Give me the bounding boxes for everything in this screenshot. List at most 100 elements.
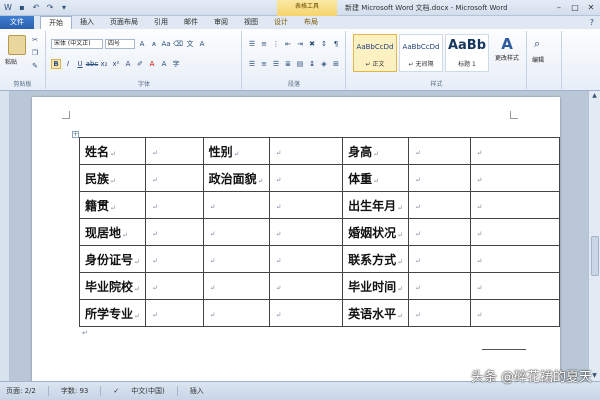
table-cell[interactable]: 民族↵ — [79, 164, 146, 192]
table-cell[interactable]: ↵ — [408, 191, 471, 219]
table-cell[interactable]: ↵ — [144, 164, 204, 192]
subscript-icon[interactable]: x₂ — [99, 59, 109, 69]
vertical-scrollbar[interactable]: ▲ ▼ — [588, 91, 600, 381]
shading-icon[interactable]: ◈ — [319, 59, 329, 69]
table-cell[interactable]: ↵ — [144, 299, 204, 327]
maximize-icon[interactable]: □ — [568, 2, 582, 13]
italic-icon[interactable]: I — [63, 59, 73, 69]
table-cell[interactable]: ↵ — [202, 245, 270, 273]
table-cell[interactable]: ↵ — [408, 218, 471, 246]
tab-references[interactable]: 引用 — [146, 16, 176, 29]
editing-button[interactable]: 编辑 — [532, 55, 544, 64]
multilevel-list-icon[interactable]: ⋮ — [271, 39, 281, 49]
table-cell[interactable]: ↵ — [268, 164, 344, 192]
change-styles-button[interactable]: A 更改样式 — [491, 35, 523, 75]
tab-review[interactable]: 审阅 — [206, 16, 236, 29]
table-cell[interactable]: ↵ — [408, 272, 471, 300]
table-cell[interactable]: ↵ — [202, 191, 270, 219]
document-page[interactable]: + 姓名↵ ↵ 性别↵ ↵ 身高↵ ↵ ↵ 民族↵ ↵ 政治面貌↵ ↵ 体重↵ ↵ ↵ 籍贯↵ ↵ ↵ ↵ 出生年月… — [32, 97, 561, 387]
decrease-indent-icon[interactable]: ⇤ — [283, 39, 293, 49]
table-cell[interactable]: ↵ — [268, 191, 344, 219]
table-cell[interactable]: 英语水平↵ — [342, 299, 409, 327]
table-cell[interactable]: ↵ — [144, 191, 204, 219]
table-cell[interactable]: ↵ — [408, 137, 471, 165]
clear-formatting-icon[interactable]: ⌫ — [173, 39, 183, 49]
justify-icon[interactable]: ≣ — [283, 59, 293, 69]
tab-view[interactable]: 视图 — [236, 16, 266, 29]
table-cell[interactable]: 所学专业↵ — [79, 299, 146, 327]
scroll-up-arrow-icon[interactable]: ▲ — [589, 91, 600, 101]
bold-icon[interactable]: B — [51, 59, 61, 69]
tab-home[interactable]: 开始 — [40, 16, 72, 29]
font-size-select[interactable]: 四号 — [105, 39, 135, 49]
table-cell[interactable]: 籍贯↵ — [79, 191, 146, 219]
table-cell[interactable]: 联系方式↵ — [342, 245, 409, 273]
table-cell[interactable]: 现居地↵ — [79, 218, 146, 246]
highlight-icon[interactable]: ✐ — [135, 59, 145, 69]
table-cell[interactable]: ↵ — [144, 245, 204, 273]
help-icon[interactable]: ? — [590, 16, 594, 29]
style-no-spacing[interactable]: AaBbCcDd ↵ 无间隔 — [399, 34, 443, 72]
character-shading-icon[interactable]: A — [159, 59, 169, 69]
show-marks-icon[interactable]: ¶ — [331, 39, 341, 49]
save-icon[interactable]: ▪ — [16, 2, 28, 13]
character-border-icon[interactable]: A — [197, 39, 207, 49]
change-case-icon[interactable]: Aa — [161, 39, 171, 49]
underline-icon[interactable]: U — [75, 59, 85, 69]
table-cell[interactable]: 毕业时间↵ — [342, 272, 409, 300]
status-word-count[interactable]: 字数: 93 — [61, 386, 89, 396]
tab-layout[interactable]: 布局 — [296, 16, 326, 29]
text-effects-icon[interactable]: A — [123, 59, 133, 69]
numbering-icon[interactable]: ≡ — [259, 39, 269, 49]
table-cell[interactable]: ↵ — [268, 299, 344, 327]
tab-mailings[interactable]: 邮件 — [176, 16, 206, 29]
table-cell[interactable]: ↵ — [268, 245, 344, 273]
font-name-select[interactable]: 宋体 (中文正) — [51, 39, 103, 49]
tab-file[interactable]: 文件 — [0, 16, 34, 29]
table-cell[interactable]: ↵ — [469, 191, 561, 219]
strikethrough-icon[interactable]: abc — [86, 59, 99, 69]
status-page[interactable]: 页面: 2/2 — [6, 386, 36, 396]
proofing-icon[interactable]: ✓ — [113, 387, 119, 395]
table-cell[interactable]: ↵ — [469, 272, 561, 300]
table-cell[interactable]: ↵ — [144, 218, 204, 246]
word-logo-icon[interactable]: W — [2, 2, 14, 13]
table-cell[interactable]: ↵ — [144, 137, 204, 165]
table-cell[interactable]: 体重↵ — [342, 164, 409, 192]
shrink-font-icon[interactable]: ᴀ — [149, 39, 159, 49]
redo-icon[interactable]: ↷ — [44, 2, 56, 13]
table-cell[interactable]: ↵ — [202, 272, 270, 300]
table-cell[interactable]: ↵ — [408, 164, 471, 192]
align-right-icon[interactable]: ☰ — [271, 59, 281, 69]
table-cell[interactable]: ↵ — [268, 137, 344, 165]
table-cell[interactable]: ↵ — [469, 164, 561, 192]
table-cell[interactable]: ↵ — [469, 245, 561, 273]
status-insert-mode[interactable]: 插入 — [190, 386, 204, 396]
borders-icon[interactable]: ⊞ — [331, 59, 341, 69]
table-cell[interactable]: ↵ — [469, 137, 561, 165]
align-center-icon[interactable]: ≡ — [259, 59, 269, 69]
format-painter-icon[interactable]: ✎ — [30, 61, 40, 71]
tab-page-layout[interactable]: 页面布局 — [102, 16, 146, 29]
customize-qat-icon[interactable]: ▾ — [58, 2, 70, 13]
phonetic-guide-icon[interactable]: 文 — [185, 39, 195, 49]
bullets-icon[interactable]: ☰ — [247, 39, 257, 49]
chinese-layout-icon[interactable]: ✖ — [307, 39, 317, 49]
table-cell[interactable]: 性别↵ — [202, 137, 270, 165]
close-icon[interactable]: ✕ — [584, 2, 598, 13]
table-move-handle-icon[interactable]: + — [72, 131, 79, 138]
grow-font-icon[interactable]: A — [137, 39, 147, 49]
copy-icon[interactable]: ❐ — [30, 48, 40, 58]
status-language[interactable]: 中文(中国) — [131, 386, 164, 396]
align-left-icon[interactable]: ☰ — [247, 59, 257, 69]
table-cell[interactable]: 身高↵ — [342, 137, 409, 165]
table-cell[interactable]: ↵ — [469, 299, 561, 327]
font-color-icon[interactable]: A — [147, 59, 157, 69]
table-cell[interactable]: 出生年月↵ — [342, 191, 409, 219]
table-cell[interactable]: ↵ — [268, 272, 344, 300]
enclose-character-icon[interactable]: 字 — [171, 59, 181, 69]
sort-icon[interactable]: ↕ — [319, 39, 329, 49]
scrollbar-thumb[interactable] — [591, 236, 599, 276]
table-cell[interactable]: 身份证号↵ — [79, 245, 146, 273]
table-cell[interactable]: ↵ — [268, 218, 344, 246]
